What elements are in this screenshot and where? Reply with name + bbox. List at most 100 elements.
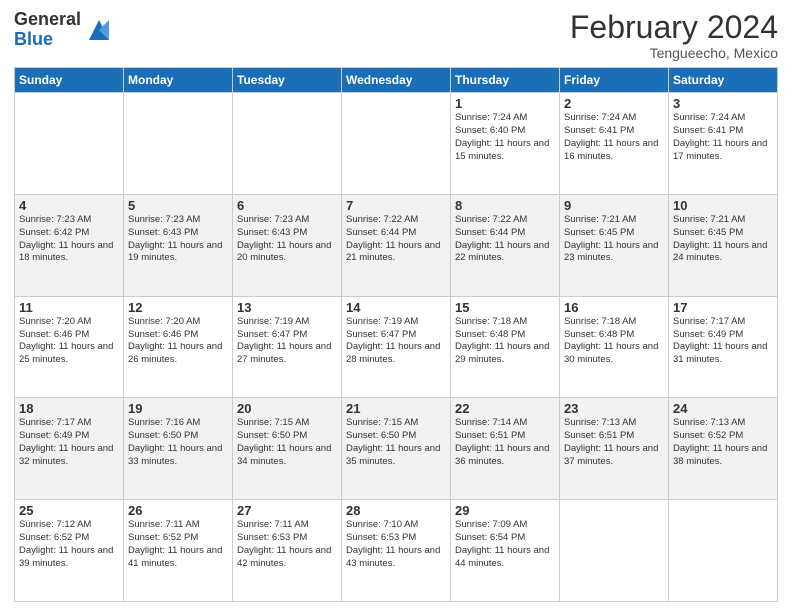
day-info: Sunrise: 7:16 AM Sunset: 6:50 PM Dayligh… bbox=[128, 417, 228, 468]
col-tuesday: Tuesday bbox=[233, 68, 342, 93]
calendar-cell: 20Sunrise: 7:15 AM Sunset: 6:50 PM Dayli… bbox=[233, 398, 342, 500]
calendar-cell: 26Sunrise: 7:11 AM Sunset: 6:52 PM Dayli… bbox=[124, 500, 233, 602]
calendar-cell: 10Sunrise: 7:21 AM Sunset: 6:45 PM Dayli… bbox=[669, 194, 778, 296]
calendar-cell: 4Sunrise: 7:23 AM Sunset: 6:42 PM Daylig… bbox=[15, 194, 124, 296]
logo-icon bbox=[85, 16, 113, 44]
day-info: Sunrise: 7:19 AM Sunset: 6:47 PM Dayligh… bbox=[237, 316, 337, 367]
calendar-cell: 14Sunrise: 7:19 AM Sunset: 6:47 PM Dayli… bbox=[342, 296, 451, 398]
calendar-cell: 23Sunrise: 7:13 AM Sunset: 6:51 PM Dayli… bbox=[560, 398, 669, 500]
calendar-cell: 17Sunrise: 7:17 AM Sunset: 6:49 PM Dayli… bbox=[669, 296, 778, 398]
col-monday: Monday bbox=[124, 68, 233, 93]
day-info: Sunrise: 7:19 AM Sunset: 6:47 PM Dayligh… bbox=[346, 316, 446, 367]
calendar-cell: 25Sunrise: 7:12 AM Sunset: 6:52 PM Dayli… bbox=[15, 500, 124, 602]
calendar-cell bbox=[560, 500, 669, 602]
title-block: February 2024 Tengueecho, Mexico bbox=[570, 10, 778, 61]
day-number: 15 bbox=[455, 300, 555, 315]
day-number: 28 bbox=[346, 503, 446, 518]
day-info: Sunrise: 7:20 AM Sunset: 6:46 PM Dayligh… bbox=[19, 316, 119, 367]
col-saturday: Saturday bbox=[669, 68, 778, 93]
day-number: 26 bbox=[128, 503, 228, 518]
logo-blue: Blue bbox=[14, 30, 81, 50]
calendar-cell: 5Sunrise: 7:23 AM Sunset: 6:43 PM Daylig… bbox=[124, 194, 233, 296]
calendar-cell: 29Sunrise: 7:09 AM Sunset: 6:54 PM Dayli… bbox=[451, 500, 560, 602]
day-number: 11 bbox=[19, 300, 119, 315]
day-number: 22 bbox=[455, 401, 555, 416]
calendar-header-row: Sunday Monday Tuesday Wednesday Thursday… bbox=[15, 68, 778, 93]
day-number: 27 bbox=[237, 503, 337, 518]
day-number: 29 bbox=[455, 503, 555, 518]
calendar-cell: 13Sunrise: 7:19 AM Sunset: 6:47 PM Dayli… bbox=[233, 296, 342, 398]
calendar-cell: 24Sunrise: 7:13 AM Sunset: 6:52 PM Dayli… bbox=[669, 398, 778, 500]
day-info: Sunrise: 7:21 AM Sunset: 6:45 PM Dayligh… bbox=[564, 214, 664, 265]
day-number: 23 bbox=[564, 401, 664, 416]
day-number: 5 bbox=[128, 198, 228, 213]
day-number: 3 bbox=[673, 96, 773, 111]
header: General Blue February 2024 Tengueecho, M… bbox=[14, 10, 778, 61]
day-info: Sunrise: 7:22 AM Sunset: 6:44 PM Dayligh… bbox=[346, 214, 446, 265]
day-info: Sunrise: 7:13 AM Sunset: 6:52 PM Dayligh… bbox=[673, 417, 773, 468]
subtitle: Tengueecho, Mexico bbox=[570, 45, 778, 61]
day-number: 25 bbox=[19, 503, 119, 518]
day-number: 10 bbox=[673, 198, 773, 213]
calendar: Sunday Monday Tuesday Wednesday Thursday… bbox=[14, 67, 778, 602]
day-info: Sunrise: 7:21 AM Sunset: 6:45 PM Dayligh… bbox=[673, 214, 773, 265]
day-info: Sunrise: 7:14 AM Sunset: 6:51 PM Dayligh… bbox=[455, 417, 555, 468]
calendar-cell: 27Sunrise: 7:11 AM Sunset: 6:53 PM Dayli… bbox=[233, 500, 342, 602]
day-info: Sunrise: 7:23 AM Sunset: 6:43 PM Dayligh… bbox=[237, 214, 337, 265]
day-number: 18 bbox=[19, 401, 119, 416]
day-info: Sunrise: 7:11 AM Sunset: 6:53 PM Dayligh… bbox=[237, 519, 337, 570]
calendar-cell bbox=[342, 93, 451, 195]
day-info: Sunrise: 7:22 AM Sunset: 6:44 PM Dayligh… bbox=[455, 214, 555, 265]
day-number: 2 bbox=[564, 96, 664, 111]
calendar-cell bbox=[124, 93, 233, 195]
day-number: 12 bbox=[128, 300, 228, 315]
day-number: 14 bbox=[346, 300, 446, 315]
day-number: 24 bbox=[673, 401, 773, 416]
day-number: 20 bbox=[237, 401, 337, 416]
day-number: 17 bbox=[673, 300, 773, 315]
calendar-cell: 18Sunrise: 7:17 AM Sunset: 6:49 PM Dayli… bbox=[15, 398, 124, 500]
calendar-week-5: 25Sunrise: 7:12 AM Sunset: 6:52 PM Dayli… bbox=[15, 500, 778, 602]
calendar-cell: 11Sunrise: 7:20 AM Sunset: 6:46 PM Dayli… bbox=[15, 296, 124, 398]
calendar-cell bbox=[233, 93, 342, 195]
calendar-cell: 6Sunrise: 7:23 AM Sunset: 6:43 PM Daylig… bbox=[233, 194, 342, 296]
day-number: 6 bbox=[237, 198, 337, 213]
day-info: Sunrise: 7:13 AM Sunset: 6:51 PM Dayligh… bbox=[564, 417, 664, 468]
calendar-cell bbox=[15, 93, 124, 195]
day-number: 7 bbox=[346, 198, 446, 213]
calendar-cell: 2Sunrise: 7:24 AM Sunset: 6:41 PM Daylig… bbox=[560, 93, 669, 195]
page: General Blue February 2024 Tengueecho, M… bbox=[0, 0, 792, 612]
day-info: Sunrise: 7:15 AM Sunset: 6:50 PM Dayligh… bbox=[237, 417, 337, 468]
day-number: 1 bbox=[455, 96, 555, 111]
col-wednesday: Wednesday bbox=[342, 68, 451, 93]
calendar-cell: 16Sunrise: 7:18 AM Sunset: 6:48 PM Dayli… bbox=[560, 296, 669, 398]
calendar-cell: 28Sunrise: 7:10 AM Sunset: 6:53 PM Dayli… bbox=[342, 500, 451, 602]
calendar-week-1: 1Sunrise: 7:24 AM Sunset: 6:40 PM Daylig… bbox=[15, 93, 778, 195]
day-info: Sunrise: 7:23 AM Sunset: 6:42 PM Dayligh… bbox=[19, 214, 119, 265]
day-info: Sunrise: 7:18 AM Sunset: 6:48 PM Dayligh… bbox=[564, 316, 664, 367]
calendar-cell: 7Sunrise: 7:22 AM Sunset: 6:44 PM Daylig… bbox=[342, 194, 451, 296]
day-info: Sunrise: 7:10 AM Sunset: 6:53 PM Dayligh… bbox=[346, 519, 446, 570]
day-info: Sunrise: 7:23 AM Sunset: 6:43 PM Dayligh… bbox=[128, 214, 228, 265]
day-info: Sunrise: 7:12 AM Sunset: 6:52 PM Dayligh… bbox=[19, 519, 119, 570]
day-info: Sunrise: 7:09 AM Sunset: 6:54 PM Dayligh… bbox=[455, 519, 555, 570]
day-number: 9 bbox=[564, 198, 664, 213]
col-friday: Friday bbox=[560, 68, 669, 93]
calendar-week-2: 4Sunrise: 7:23 AM Sunset: 6:42 PM Daylig… bbox=[15, 194, 778, 296]
col-thursday: Thursday bbox=[451, 68, 560, 93]
logo: General Blue bbox=[14, 10, 113, 50]
calendar-cell: 22Sunrise: 7:14 AM Sunset: 6:51 PM Dayli… bbox=[451, 398, 560, 500]
day-info: Sunrise: 7:24 AM Sunset: 6:41 PM Dayligh… bbox=[564, 112, 664, 163]
day-info: Sunrise: 7:17 AM Sunset: 6:49 PM Dayligh… bbox=[19, 417, 119, 468]
day-info: Sunrise: 7:20 AM Sunset: 6:46 PM Dayligh… bbox=[128, 316, 228, 367]
calendar-cell: 8Sunrise: 7:22 AM Sunset: 6:44 PM Daylig… bbox=[451, 194, 560, 296]
calendar-cell: 9Sunrise: 7:21 AM Sunset: 6:45 PM Daylig… bbox=[560, 194, 669, 296]
day-info: Sunrise: 7:17 AM Sunset: 6:49 PM Dayligh… bbox=[673, 316, 773, 367]
calendar-cell bbox=[669, 500, 778, 602]
day-number: 16 bbox=[564, 300, 664, 315]
day-info: Sunrise: 7:15 AM Sunset: 6:50 PM Dayligh… bbox=[346, 417, 446, 468]
day-info: Sunrise: 7:24 AM Sunset: 6:40 PM Dayligh… bbox=[455, 112, 555, 163]
calendar-cell: 3Sunrise: 7:24 AM Sunset: 6:41 PM Daylig… bbox=[669, 93, 778, 195]
main-title: February 2024 bbox=[570, 10, 778, 45]
logo-general: General bbox=[14, 10, 81, 30]
